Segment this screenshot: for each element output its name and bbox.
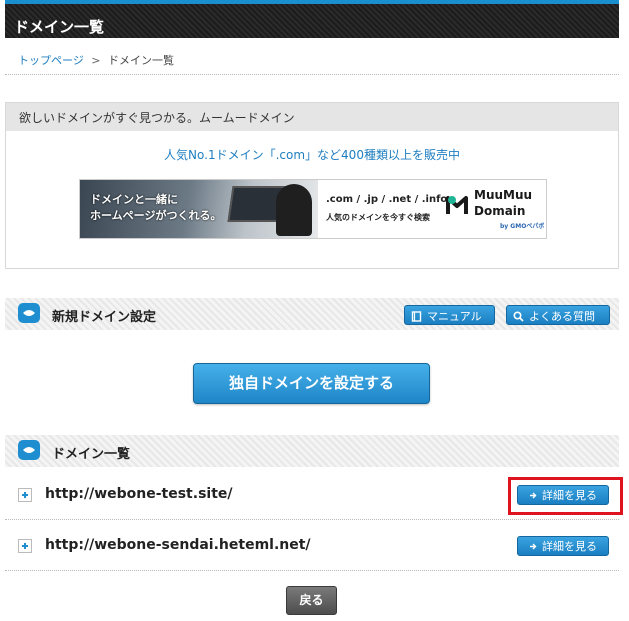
breadcrumb-current: ドメイン一覧 — [108, 54, 174, 67]
divider — [5, 74, 619, 75]
banner-tagline: ドメインと一緒に ホームページがつくれる。 — [90, 193, 222, 222]
banner-brand-by: by GMOペパボ — [500, 223, 545, 230]
domain-section-icon — [18, 303, 40, 323]
detail-button-label: 詳細を見る — [542, 540, 597, 553]
highlight-box — [508, 477, 623, 515]
domain-name: http://webone-test.site/ — [45, 486, 233, 502]
new-domain-section-header: 新規ドメイン設定 マニュアル よくある質問 — [5, 298, 619, 330]
promo-link[interactable]: 人気No.1ドメイン「.com」など400種類以上を販売中 — [6, 146, 618, 163]
faq-button-label: よくある質問 — [529, 310, 595, 323]
faq-button[interactable]: よくある質問 — [506, 305, 610, 325]
muumuu-logo-icon — [446, 196, 468, 214]
domain-name: http://webone-sendai.heteml.net/ — [45, 537, 311, 553]
page-title-bar: ドメイン一覧 — [5, 0, 619, 38]
banner-brand-line1: MuuMuu — [474, 188, 533, 202]
breadcrumb-separator: > — [91, 54, 101, 67]
new-domain-section-title: 新規ドメイン設定 — [52, 310, 157, 325]
page-title: ドメイン一覧 — [14, 18, 105, 36]
expand-plus-icon[interactable] — [18, 539, 32, 553]
domain-list-section-title: ドメイン一覧 — [52, 447, 131, 462]
muumuu-banner[interactable]: ドメインと一緒に ホームページがつくれる。 .com / .jp / .net … — [79, 179, 547, 239]
book-icon — [411, 310, 422, 322]
setup-domain-button[interactable]: 独自ドメインを設定する — [193, 363, 430, 404]
manual-button-label: マニュアル — [427, 310, 482, 323]
arrow-right-icon — [530, 543, 537, 549]
domain-list-section-header: ドメイン一覧 — [5, 435, 619, 467]
promo-box: 欲しいドメインがすぐ見つかる。ムームードメイン 人気No.1ドメイン「.com」… — [5, 102, 619, 269]
back-button[interactable]: 戻る — [286, 586, 337, 615]
banner-brand-line2: Domain — [474, 204, 526, 218]
domain-list-icon — [18, 440, 40, 460]
expand-plus-icon[interactable] — [18, 488, 32, 502]
breadcrumb: トップページ > ドメイン一覧 — [18, 52, 174, 68]
detail-button[interactable]: 詳細を見る — [517, 536, 609, 556]
person-graphic — [276, 184, 312, 236]
search-icon — [513, 310, 524, 322]
domain-row: http://webone-sendai.heteml.net/ 詳細を見る — [5, 521, 619, 571]
promo-heading: 欲しいドメインがすぐ見つかる。ムームードメイン — [6, 103, 618, 131]
banner-subtext: 人気のドメインを今すぐ検索 — [326, 213, 430, 222]
manual-button[interactable]: マニュアル — [404, 305, 495, 325]
breadcrumb-home-link[interactable]: トップページ — [18, 54, 84, 67]
banner-tlds: .com / .jp / .net / .info — [326, 194, 448, 205]
